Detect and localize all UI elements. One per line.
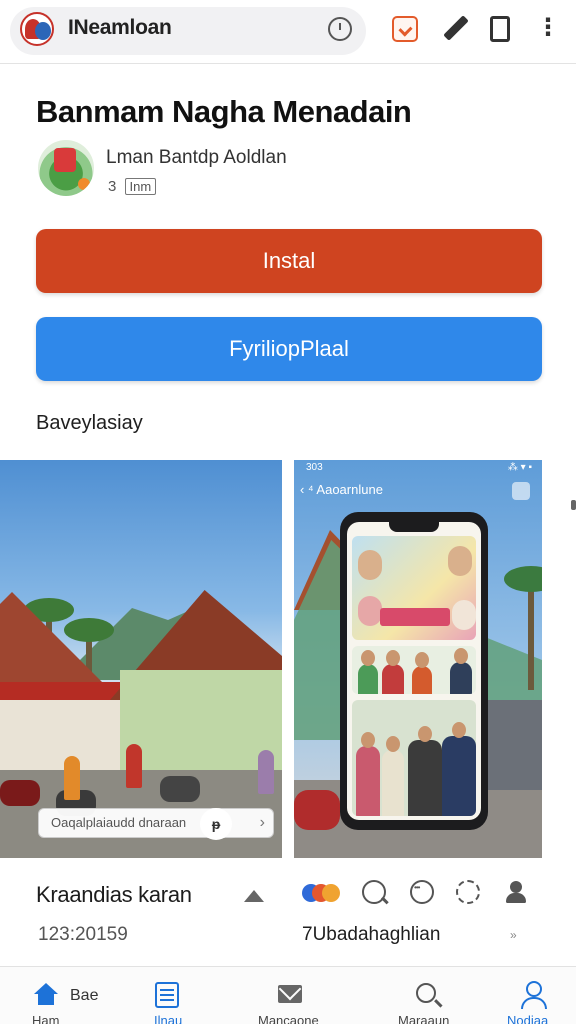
review-subtext: 123:20159 bbox=[38, 924, 128, 945]
info-text: 7Ubadahaghlian bbox=[302, 924, 441, 945]
status-icons: ⁂ ▾ ▪ bbox=[507, 462, 532, 473]
back-link: ‹ ⁴ Aaoarnlune bbox=[300, 482, 383, 497]
nav-item-profile[interactable]: Nodiaa bbox=[496, 967, 576, 1024]
nav-label-home: Ham bbox=[32, 1013, 60, 1024]
logo-icon bbox=[20, 12, 54, 46]
address-bar-text[interactable]: INeamloan bbox=[68, 16, 172, 40]
search-icon bbox=[416, 983, 436, 1003]
person bbox=[126, 744, 142, 788]
browser-toolbar: INeamloan ⋮ bbox=[0, 0, 576, 64]
nav-label-list: Ilnau bbox=[154, 1013, 183, 1024]
app-meta: 3 Inm bbox=[108, 178, 157, 195]
motorbike bbox=[294, 790, 340, 830]
motorbike bbox=[0, 780, 40, 806]
caret-icon: › bbox=[259, 814, 265, 831]
search-icon[interactable] bbox=[362, 880, 386, 904]
nav-label-messages: Mancaone bbox=[258, 1013, 319, 1024]
nav-item-list[interactable]: Ilnau bbox=[130, 967, 210, 1024]
review-title: Kraandias karan bbox=[36, 882, 192, 907]
profile-icon bbox=[519, 981, 547, 1009]
phone-notch bbox=[389, 522, 439, 532]
mail-icon bbox=[278, 985, 302, 1003]
promo-banner bbox=[380, 608, 450, 626]
photo-card bbox=[352, 700, 476, 816]
screenshot-1[interactable] bbox=[0, 460, 282, 858]
status-time: 303 bbox=[306, 462, 323, 473]
action-icons-row bbox=[302, 880, 542, 908]
developer-name[interactable]: Lman Bantdp Aoldlan bbox=[106, 147, 287, 169]
address-bar[interactable] bbox=[10, 7, 366, 55]
nav-label-search: Maraaun bbox=[398, 1013, 450, 1024]
nav-item-search[interactable]: Maraaun bbox=[380, 967, 480, 1024]
motorbike bbox=[160, 776, 200, 802]
chevron-up-icon[interactable] bbox=[244, 890, 264, 902]
user-icon[interactable] bbox=[504, 880, 528, 904]
chevron-right-icon[interactable]: » bbox=[510, 928, 517, 942]
loading-icon[interactable] bbox=[456, 880, 480, 904]
person bbox=[258, 750, 274, 794]
palm-tree bbox=[504, 566, 542, 690]
phone-screen bbox=[347, 522, 481, 820]
home-label: Bae bbox=[70, 987, 99, 1004]
pen-icon[interactable] bbox=[442, 16, 468, 42]
screenshot-search-field: Oaqalplaiaudd dnaraan › bbox=[38, 808, 274, 838]
clock-icon[interactable] bbox=[328, 17, 352, 41]
nav-item-home[interactable]: Bae Ham bbox=[0, 967, 120, 1024]
tab-icon[interactable] bbox=[392, 16, 418, 42]
document-icon[interactable] bbox=[490, 16, 510, 42]
apps-icon[interactable] bbox=[302, 880, 342, 904]
meta-count: 3 bbox=[108, 178, 117, 195]
nav-item-messages[interactable]: Mancaone bbox=[240, 967, 340, 1024]
app-store-page: INeamloan ⋮ Banmam Nagha Menadain Lman B… bbox=[0, 0, 576, 1024]
phone-mockup bbox=[340, 512, 488, 830]
home-icon bbox=[34, 983, 58, 1005]
avatar-icon bbox=[512, 482, 530, 500]
install-button[interactable]: Instal bbox=[36, 229, 542, 293]
secondary-button[interactable]: FyriliopPlaal bbox=[36, 317, 542, 381]
bottom-navigation: Bae Ham Ilnau Mancaone Maraaun Nodiaa bbox=[0, 966, 576, 1024]
photo-card bbox=[352, 646, 476, 694]
section-label: Baveylasiay bbox=[36, 412, 143, 434]
app-icon bbox=[38, 140, 94, 196]
promo-card bbox=[352, 536, 476, 640]
nav-label-profile: Nodiaa bbox=[507, 1013, 549, 1024]
share-badge[interactable]: ᵽ bbox=[200, 808, 232, 840]
person bbox=[64, 756, 80, 800]
chat-icon[interactable] bbox=[410, 880, 434, 904]
screenshot-search-text: Oaqalplaiaudd dnaraan bbox=[51, 815, 187, 830]
scroll-indicator[interactable] bbox=[571, 500, 576, 510]
app-title: Banmam Nagha Menadain bbox=[36, 94, 412, 129]
meta-badge: Inm bbox=[124, 178, 157, 195]
list-icon bbox=[155, 982, 179, 1008]
more-icon[interactable]: ⋮ bbox=[536, 16, 560, 42]
